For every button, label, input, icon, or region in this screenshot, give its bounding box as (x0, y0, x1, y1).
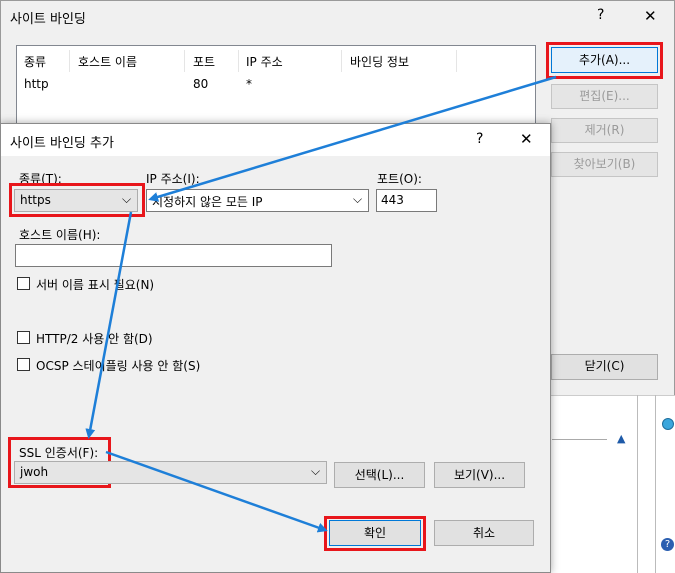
arrow-add-to-type (148, 75, 557, 202)
arrow-ssl-to-ok (105, 450, 328, 533)
arrow-type-to-ssl (85, 211, 133, 439)
annotation-arrows (85, 75, 557, 533)
